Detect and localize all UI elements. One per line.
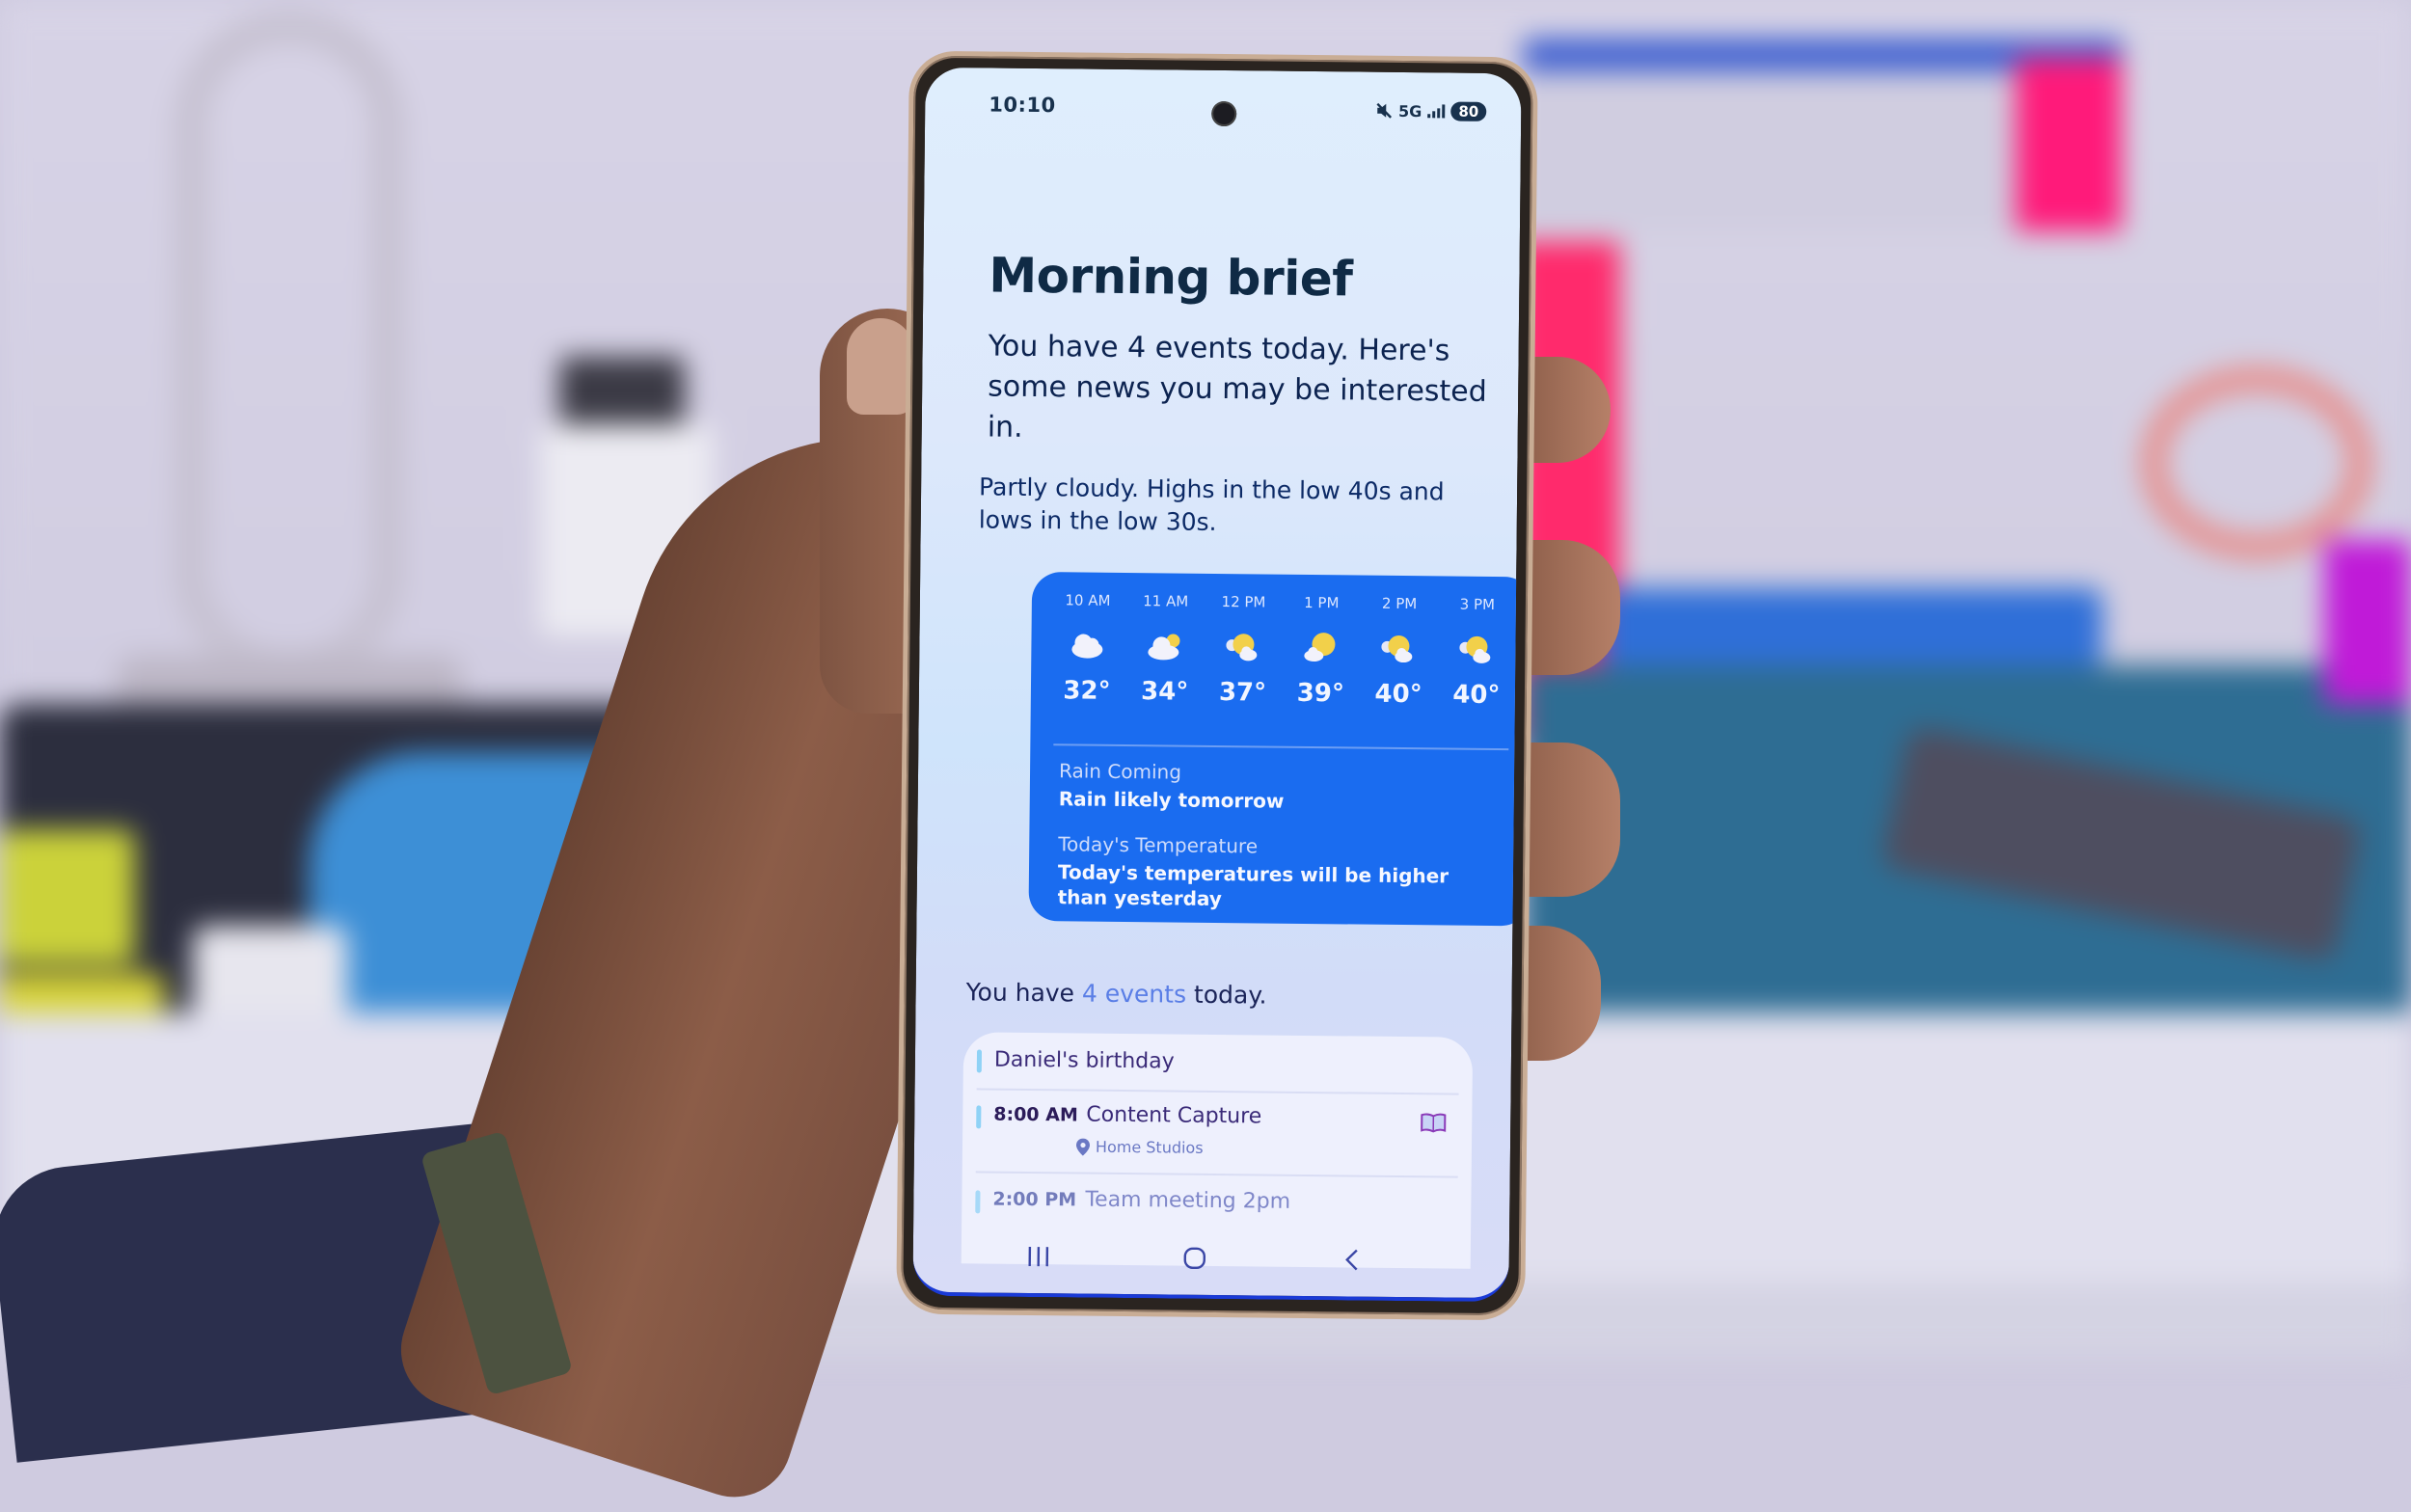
events-heading-post: today. xyxy=(1186,981,1267,1010)
brief-intro: You have 4 events today. Here's some new… xyxy=(988,326,1490,452)
rain-value: Rain likely tomorrow xyxy=(1059,786,1503,816)
signal-icon xyxy=(1427,104,1445,118)
hour-time: 11 AM xyxy=(1143,592,1188,609)
recents-icon xyxy=(1024,1243,1053,1270)
hourly-forecast: 10 AM 32° 11 AM 34° 12 PM xyxy=(1048,591,1516,710)
hour-item: 1 PM 39° xyxy=(1282,594,1360,709)
event-divider xyxy=(977,1088,1459,1094)
back-button[interactable] xyxy=(1334,1240,1372,1279)
event-time: 2:00 PM xyxy=(992,1189,1076,1211)
hour-temp: 39° xyxy=(1297,679,1344,709)
events-heading: You have 4 events today. xyxy=(966,978,1267,1009)
morning-brief: Morning brief You have 4 events today. H… xyxy=(991,68,1483,73)
front-camera xyxy=(1211,101,1236,126)
events-heading-pre: You have xyxy=(966,978,1083,1007)
event-location-text: Home Studios xyxy=(1096,1138,1204,1157)
temperature-value: Today's temperatures will be higher than… xyxy=(1058,859,1503,914)
events-count-link[interactable]: 4 events xyxy=(1082,980,1186,1009)
hour-time: 3 PM xyxy=(1460,596,1495,613)
phone-screen: 10:10 5G 80 Morning brief You have 4 eve… xyxy=(912,68,1521,1302)
event-item[interactable]: 2:00 PM Team meeting 2pm xyxy=(976,1188,1458,1193)
hour-time: 10 AM xyxy=(1065,591,1110,608)
event-name: Daniel's birthday xyxy=(994,1048,1175,1074)
event-time: 8:00 AM xyxy=(993,1104,1078,1126)
hour-item: 12 PM 37° xyxy=(1204,593,1282,708)
hour-item: 3 PM 40° xyxy=(1438,595,1516,710)
partly-sunny-icon xyxy=(1222,630,1264,662)
forecast-summary: Partly cloudy. Highs in the low 40s and … xyxy=(979,471,1501,542)
event-name: Team meeting 2pm xyxy=(1085,1188,1290,1214)
card-divider xyxy=(1053,743,1508,750)
hour-time: 1 PM xyxy=(1304,594,1339,611)
phone: 10:10 5G 80 Morning brief You have 4 eve… xyxy=(896,51,1538,1321)
event-name: Content Capture xyxy=(1086,1103,1261,1129)
mute-icon xyxy=(1375,102,1393,120)
back-icon xyxy=(1339,1245,1368,1274)
event-item[interactable]: 8:00 AM Content Capture Home Studios xyxy=(976,1103,1458,1108)
hour-item: 11 AM 34° xyxy=(1126,592,1205,707)
home-icon xyxy=(1180,1244,1209,1273)
network-type: 5G xyxy=(1398,101,1422,120)
hour-temp: 40° xyxy=(1374,680,1422,710)
navigation-bar xyxy=(913,1236,1509,1281)
status-time: 10:10 xyxy=(989,93,1056,117)
weather-card[interactable]: 10 AM 32° 11 AM 34° 12 PM xyxy=(1028,572,1521,926)
cloudy-icon xyxy=(1066,628,1108,661)
rain-info: Rain Coming Rain likely tomorrow xyxy=(1059,759,1503,816)
partly-sunny-icon xyxy=(1377,632,1420,664)
event-color-bar xyxy=(975,1190,980,1213)
temperature-info: Today's Temperature Today's temperatures… xyxy=(1058,832,1503,914)
home-button[interactable] xyxy=(1176,1239,1214,1278)
book-icon[interactable] xyxy=(1420,1112,1447,1133)
mostly-sunny-icon xyxy=(1300,631,1342,663)
temperature-label: Today's Temperature xyxy=(1058,832,1502,860)
rain-label: Rain Coming xyxy=(1059,759,1503,787)
events-card: Daniel's birthday 8:00 AM Content Captur… xyxy=(962,1032,1473,1269)
event-color-bar xyxy=(976,1105,981,1128)
event-divider xyxy=(976,1171,1458,1177)
hour-item: 2 PM 40° xyxy=(1360,595,1438,710)
hour-temp: 37° xyxy=(1219,678,1266,708)
event-location: Home Studios xyxy=(1076,1137,1204,1156)
event-item[interactable]: Daniel's birthday xyxy=(977,1047,1459,1052)
event-color-bar xyxy=(977,1049,982,1072)
partly-sunny-icon xyxy=(1455,633,1498,665)
hour-time: 12 PM xyxy=(1221,593,1265,610)
recents-button[interactable] xyxy=(1019,1237,1058,1276)
hour-item: 10 AM 32° xyxy=(1048,591,1126,706)
mostly-cloudy-icon xyxy=(1144,629,1186,662)
location-pin-icon xyxy=(1076,1138,1090,1155)
hour-time: 2 PM xyxy=(1382,595,1417,612)
hour-temp: 40° xyxy=(1452,681,1500,711)
battery-icon: 80 xyxy=(1450,102,1486,122)
page-title: Morning brief xyxy=(989,248,1353,308)
status-bar: 10:10 5G 80 xyxy=(925,81,1521,125)
hour-temp: 34° xyxy=(1141,677,1188,707)
hour-temp: 32° xyxy=(1063,676,1110,706)
